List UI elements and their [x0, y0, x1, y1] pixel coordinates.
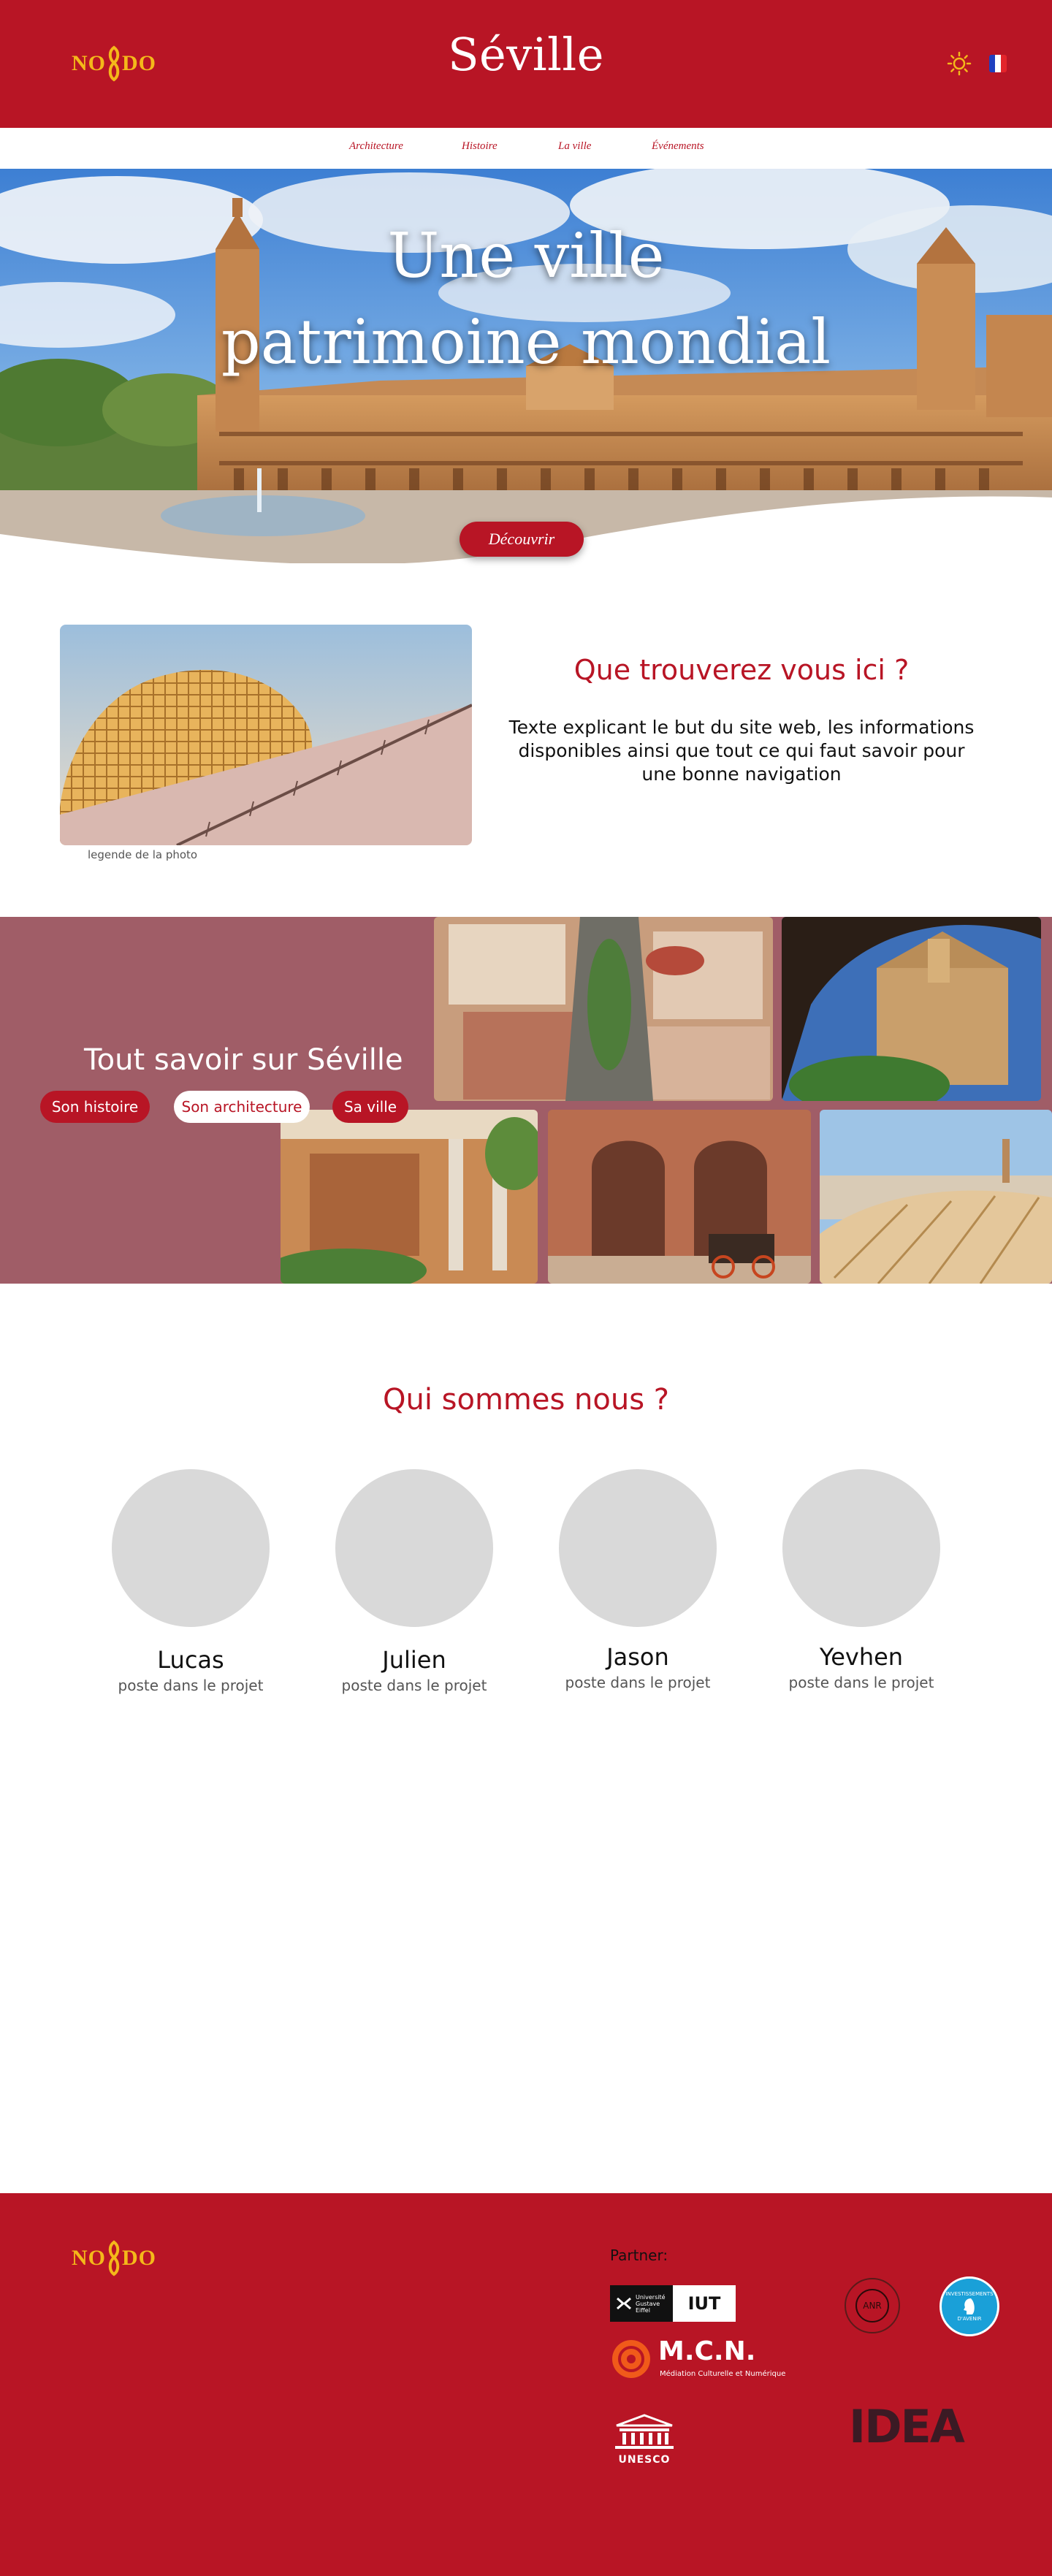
member-role: poste dans le projet	[341, 1677, 487, 1694]
nav-la-ville[interactable]: La ville	[558, 140, 591, 153]
aerial-street-tile[interactable]	[434, 917, 773, 1101]
univ-line-3: Eiffel	[636, 2306, 650, 2314]
photo-caption: legende de la photo	[88, 848, 198, 861]
member-name: Jason	[606, 1643, 669, 1671]
footer-nodo-logo[interactable]: NO DO	[72, 2240, 156, 2276]
anr-logo[interactable]: ANR	[845, 2278, 900, 2333]
univ-line-2: Gustave	[636, 2300, 660, 2307]
member-name: Yevhen	[819, 1643, 904, 1671]
team-member-lucas: Lucas poste dans le projet	[96, 1469, 286, 1694]
member-role: poste dans le projet	[565, 1674, 711, 1691]
team-member-jason: Jason poste dans le projet	[543, 1469, 733, 1691]
team-member-yevhen: Yevhen poste dans le projet	[766, 1469, 956, 1691]
main-nav: Architecture Histoire La ville Événement…	[0, 128, 1052, 169]
plaza-arches-tile[interactable]	[548, 1110, 811, 1284]
mcn-logo[interactable]: M.C.N. Médiation Culturelle et Numérique	[610, 2335, 800, 2383]
french-flag-icon[interactable]	[989, 55, 1007, 72]
hero-title-line-2: patrimoine mondial	[221, 306, 831, 378]
site-title: Séville	[448, 28, 604, 81]
avatar	[335, 1469, 493, 1627]
member-name: Julien	[382, 1646, 446, 1674]
alcazar-image	[281, 1110, 538, 1284]
nav-evenements[interactable]: Événements	[652, 140, 704, 153]
partner-label: Partner:	[610, 2247, 668, 2264]
theme-toggle-sun-icon[interactable]	[947, 51, 972, 76]
member-name: Lucas	[157, 1646, 224, 1674]
cathedral-tile[interactable]	[782, 917, 1041, 1101]
team-member-julien: Julien poste dans le projet	[319, 1469, 509, 1694]
pill-son-histoire[interactable]: Son histoire	[40, 1091, 150, 1123]
logo-text-left: NO	[72, 2246, 106, 2270]
idea-logo[interactable]: IDEA	[849, 2398, 973, 2456]
member-role: poste dans le projet	[118, 1677, 264, 1694]
unesco-logo[interactable]: UNESCO	[611, 2414, 678, 2466]
explore-title: Tout savoir sur Séville	[84, 1043, 403, 1077]
cathedral-image	[782, 917, 1041, 1101]
nav-histoire[interactable]: Histoire	[462, 140, 498, 153]
avatar	[112, 1469, 270, 1627]
mcn-orange-circle-icon	[612, 2340, 650, 2378]
iut-text: IUT	[673, 2285, 736, 2322]
marianne-profile-icon	[964, 2298, 975, 2314]
unesco-text: UNESCO	[618, 2454, 671, 2466]
member-role: poste dans le projet	[788, 1674, 934, 1691]
pill-sa-ville[interactable]: Sa ville	[332, 1091, 408, 1123]
univ-eiffel-emblem-icon	[617, 2297, 631, 2310]
alcazar-tile[interactable]	[281, 1110, 538, 1284]
pia-line-1: INVESTISSEMENTS	[945, 2291, 994, 2297]
team-heading: Qui sommes nous ?	[382, 1383, 670, 1417]
aerial-street-image	[434, 917, 773, 1101]
metropol-parasol-image	[60, 625, 472, 845]
pill-son-architecture[interactable]: Son architecture	[174, 1091, 310, 1123]
pia-line-2: D'AVENIR	[957, 2316, 982, 2322]
site-footer	[0, 2193, 1052, 2576]
anr-text: ANR	[855, 2289, 889, 2322]
investissements-avenir-logo[interactable]: INVESTISSEMENTS D'AVENIR	[939, 2276, 999, 2336]
site-header: NO DO Séville	[0, 0, 1052, 128]
hero-title: Une ville patrimoine mondial	[0, 213, 1052, 385]
plaza-arches-image	[548, 1110, 811, 1284]
hero-banner: Une ville patrimoine mondial	[0, 169, 1052, 563]
metropol-parasol-photo	[60, 625, 472, 845]
info-description: Texte explicant le but du site web, les …	[508, 717, 975, 785]
nav-architecture[interactable]: Architecture	[349, 140, 403, 153]
city-view-tile[interactable]	[820, 1110, 1052, 1284]
univ-line-1: Université	[636, 2293, 666, 2301]
mcn-title: M.C.N.	[658, 2336, 756, 2366]
avatar	[782, 1469, 940, 1627]
univ-eiffel-iut-logo[interactable]: Université Gustave Eiffel IUT	[610, 2285, 736, 2322]
hero-title-line-1: Une ville	[387, 220, 665, 291]
discover-button[interactable]: Découvrir	[460, 522, 584, 557]
skein-knot-icon	[108, 2240, 120, 2276]
avatar	[559, 1469, 717, 1627]
logo-text-right: DO	[122, 2246, 156, 2270]
info-heading: Que trouverez vous ici ?	[573, 654, 910, 686]
city-view-image	[820, 1110, 1052, 1284]
mcn-subtitle: Médiation Culturelle et Numérique	[660, 2370, 786, 2378]
unesco-temple-icon	[615, 2414, 674, 2449]
